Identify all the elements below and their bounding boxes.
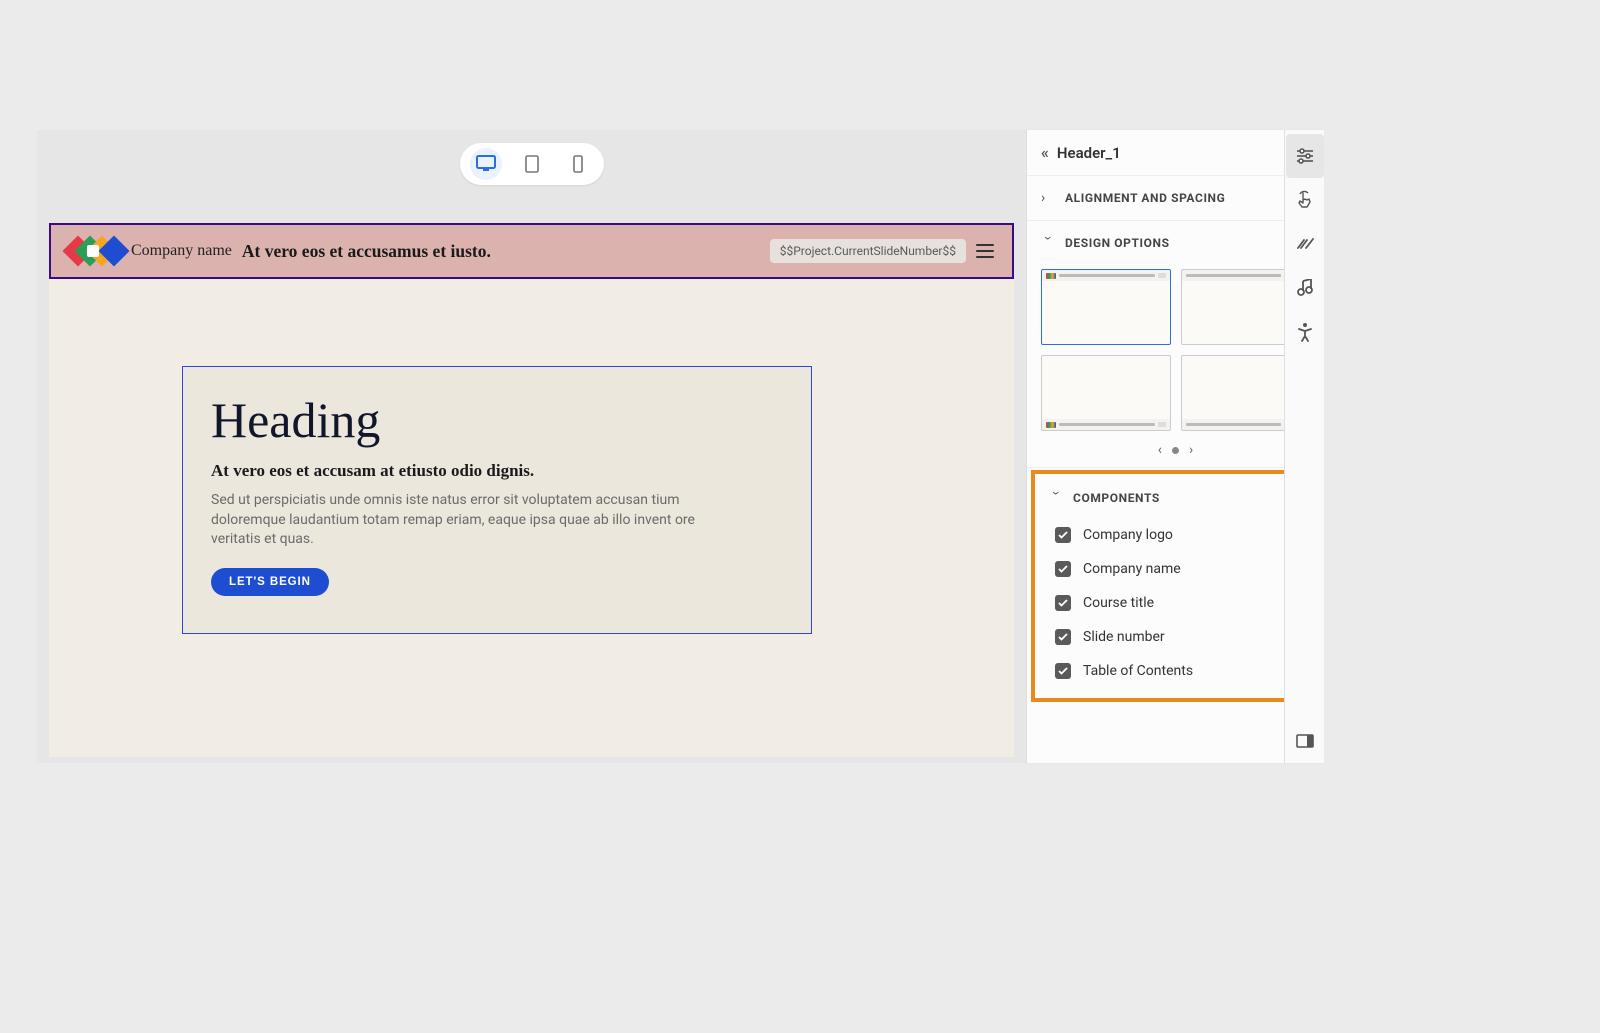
- design-options-grid: [1027, 265, 1324, 439]
- company-name-text: Company name: [131, 242, 232, 260]
- component-toggle-table-of-contents[interactable]: Table of Contents: [1035, 654, 1316, 688]
- carousel-prev-icon[interactable]: ‹: [1158, 443, 1162, 457]
- course-title-text: At vero eos et accusamus et iusto.: [242, 241, 491, 262]
- checkbox-checked-icon: [1055, 527, 1071, 543]
- rail-audio-icon[interactable]: [1286, 266, 1324, 310]
- component-label: Slide number: [1083, 629, 1165, 645]
- component-label: Table of Contents: [1083, 663, 1193, 679]
- canvas: Company name At vero eos et accusamus et…: [37, 130, 1026, 763]
- component-toggle-company-logo[interactable]: Company logo: [1035, 518, 1316, 552]
- section-alignment-title: ALIGNMENT AND SPACING: [1065, 191, 1225, 205]
- company-logo: [65, 236, 121, 266]
- device-phone-button[interactable]: [562, 148, 594, 180]
- section-components-header[interactable]: › COMPONENTS: [1035, 478, 1316, 518]
- section-alignment-header[interactable]: › ALIGNMENT AND SPACING: [1027, 176, 1324, 220]
- section-components-highlight: › COMPONENTS Company logo Company name C…: [1031, 470, 1320, 702]
- carousel-next-icon[interactable]: ›: [1189, 443, 1193, 457]
- cta-button[interactable]: LET'S BEGIN: [211, 568, 329, 596]
- panel-back-icon[interactable]: «: [1041, 145, 1049, 161]
- properties-panel: « Header_1 › ALIGNMENT AND SPACING › DES…: [1026, 130, 1324, 763]
- component-label: Course title: [1083, 595, 1154, 611]
- component-toggle-slide-number[interactable]: Slide number: [1035, 620, 1316, 654]
- section-alignment: › ALIGNMENT AND SPACING: [1027, 176, 1324, 221]
- panel-header: « Header_1: [1027, 130, 1324, 176]
- component-label: Company name: [1083, 561, 1181, 577]
- chevron-down-icon: ›: [1041, 236, 1055, 250]
- rail-animation-icon[interactable]: [1286, 222, 1324, 266]
- design-carousel-nav: ‹ ›: [1027, 439, 1324, 467]
- right-tool-rail: [1284, 130, 1324, 763]
- checkbox-checked-icon: [1055, 663, 1071, 679]
- section-design-header[interactable]: › DESIGN OPTIONS: [1027, 221, 1324, 265]
- design-option-1[interactable]: [1041, 269, 1171, 345]
- component-label: Company logo: [1083, 527, 1173, 543]
- device-desktop-button[interactable]: [470, 148, 502, 180]
- chevron-right-icon: ›: [1041, 191, 1055, 205]
- checkbox-checked-icon: [1055, 561, 1071, 577]
- slide-number-var: $$Project.CurrentSlideNumber$$: [770, 239, 966, 263]
- checkbox-checked-icon: [1055, 629, 1071, 645]
- design-option-3[interactable]: [1041, 355, 1171, 431]
- component-toggle-company-name[interactable]: Company name: [1035, 552, 1316, 586]
- chevron-down-icon: ›: [1049, 491, 1063, 505]
- carousel-dot[interactable]: [1172, 447, 1179, 454]
- content-subheading: At vero eos et accusam at etiusto odio d…: [211, 461, 783, 481]
- rail-accessibility-icon[interactable]: [1286, 310, 1324, 354]
- toc-menu-icon[interactable]: [976, 240, 998, 262]
- checkbox-checked-icon: [1055, 595, 1071, 611]
- slide-header-block[interactable]: Company name At vero eos et accusamus et…: [49, 223, 1014, 279]
- section-design-title: DESIGN OPTIONS: [1065, 236, 1170, 250]
- content-heading: Heading: [211, 391, 783, 449]
- content-body: Sed ut perspiciatis unde omnis iste natu…: [211, 491, 741, 550]
- panel-title: Header_1: [1057, 144, 1121, 162]
- content-card[interactable]: Heading At vero eos et accusam at etiust…: [182, 366, 812, 634]
- slide-stage[interactable]: Company name At vero eos et accusamus et…: [49, 223, 1014, 757]
- section-components-title: COMPONENTS: [1073, 491, 1160, 505]
- rail-collapse-panel-icon[interactable]: [1286, 719, 1324, 763]
- section-design: › DESIGN OPTIONS ‹ ›: [1027, 221, 1324, 468]
- component-toggle-course-title[interactable]: Course title: [1035, 586, 1316, 620]
- device-tablet-button[interactable]: [516, 148, 548, 180]
- rail-properties-icon[interactable]: [1286, 134, 1324, 178]
- device-switcher: [460, 143, 604, 185]
- rail-interactions-icon[interactable]: [1286, 178, 1324, 222]
